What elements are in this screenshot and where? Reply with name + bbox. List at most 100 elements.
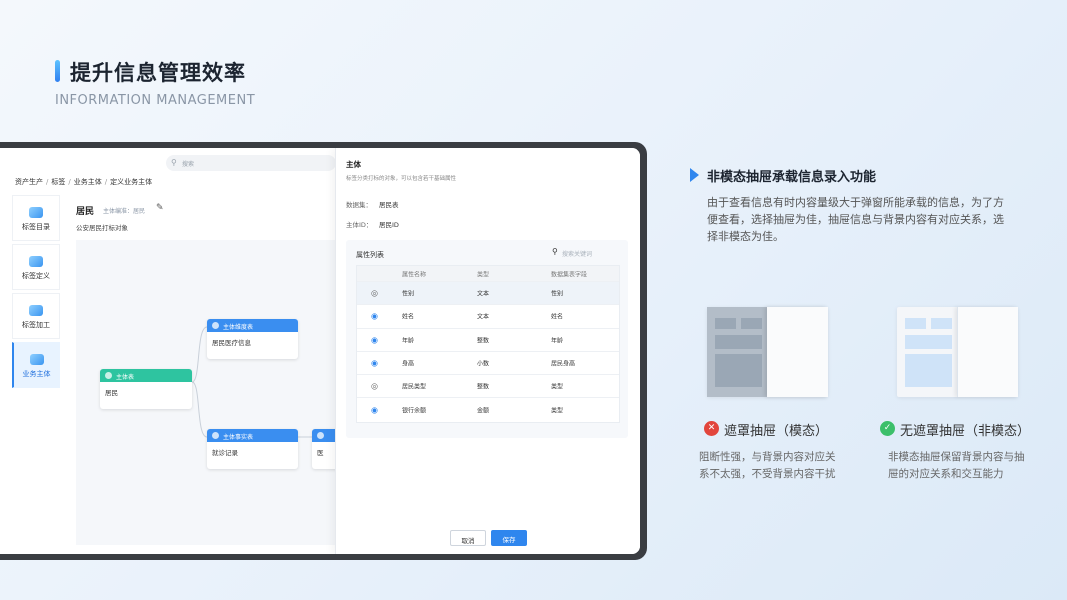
cell-type: 金额 <box>477 407 490 415</box>
attribute-table: 属性名称 类型 数据集表字段 ◎ 性别 文本 性别 ◉ 姓名 文本 姓名 ◉ 年… <box>356 265 620 423</box>
graph-node-entity-table[interactable]: 主体表 居民 <box>100 369 192 409</box>
attribute-list-title: 属性列表 <box>356 251 384 259</box>
block <box>741 318 762 329</box>
sidebar-item-tag-catalog[interactable]: 标签目录 <box>12 195 60 241</box>
graph-node-dimension-table[interactable]: 主体维度表 居民医疗信息 <box>207 319 298 359</box>
cell-field: 居民身高 <box>551 360 576 368</box>
cube-icon <box>29 354 44 365</box>
search-icon: ⚲ <box>171 158 177 167</box>
eye-off-icon[interactable]: ◎ <box>371 382 378 391</box>
search-icon[interactable]: ⚲ <box>552 247 558 256</box>
tag-icon <box>29 256 43 267</box>
node-header: 主体维度表 <box>207 319 298 332</box>
search-input[interactable]: 搜索 <box>166 155 336 171</box>
breadcrumb-current: 定义业务主体 <box>110 178 153 186</box>
graph-canvas: 主体表 居民 主体维度表 居民医疗信息 主体事实表 就诊记录 医 <box>76 240 352 545</box>
cell-type: 文本 <box>477 290 490 298</box>
breadcrumb-item[interactable]: 资产生产 <box>15 178 43 186</box>
cell-type: 小数 <box>477 360 490 368</box>
column-header: 类型 <box>477 271 490 278</box>
eye-icon[interactable]: ◉ <box>371 312 378 321</box>
dataset-label: 数据集： <box>346 201 372 209</box>
cell-name: 银行余额 <box>402 407 427 415</box>
block <box>715 318 736 329</box>
x-icon: ✕ <box>704 421 719 436</box>
block <box>715 335 762 349</box>
save-button[interactable]: 保存 <box>491 530 527 546</box>
table-row[interactable]: ◉ 身高 小数 居民身高 <box>357 352 619 376</box>
table-row[interactable]: ◉ 姓名 文本 姓名 <box>357 305 619 329</box>
breadcrumb-item[interactable]: 标签 <box>51 178 65 186</box>
cell-name: 性别 <box>402 290 415 298</box>
page-title: 提升信息管理效率 <box>70 61 246 85</box>
table-header: 属性名称 类型 数据集表字段 <box>357 266 619 282</box>
modal-drawer-illustration <box>707 307 828 397</box>
sidebar-item-business-entity[interactable]: 业务主体 <box>12 342 60 388</box>
attribute-list-panel: 属性列表 ⚲ 搜索关键词 属性名称 类型 数据集表字段 ◎ 性别 文本 性别 ◉… <box>346 240 628 438</box>
cell-name: 年龄 <box>402 337 415 345</box>
cell-field: 类型 <box>551 383 564 391</box>
breadcrumb-separator: / <box>46 178 49 186</box>
cell-type: 整数 <box>477 337 490 345</box>
drawer-description: 标签分类打标的对象，可以包含若干基础属性 <box>346 176 457 182</box>
eye-off-icon[interactable]: ◎ <box>371 289 378 298</box>
entity-drawer: 主体 标签分类打标的对象，可以包含若干基础属性 数据集： 居民表 主体ID： 居… <box>335 148 640 554</box>
sidebar-item-tag-processing[interactable]: 标签加工 <box>12 293 60 339</box>
breadcrumb-item[interactable]: 业务主体 <box>74 178 102 186</box>
cell-type: 文本 <box>477 313 490 321</box>
cell-field: 类型 <box>551 407 564 415</box>
drawer-panel <box>767 307 828 397</box>
cancel-button[interactable]: 取消 <box>450 530 486 546</box>
breadcrumb-separator: / <box>104 178 108 186</box>
sidebar-item-label: 标签目录 <box>22 223 50 231</box>
app-screen: 搜索 ⚲ 资产生产 / 标签 / 业务主体 / 定义业务主体 标签目录 标签定义 标签加工 … <box>0 148 640 554</box>
entity-name: 居民 <box>76 207 95 217</box>
feature-description: 由于查看信息有时内容量级大于弹窗所能承载的信息，为了方便查看，选择抽屉为佳，抽屉… <box>707 196 1004 243</box>
cell-type: 整数 <box>477 383 490 391</box>
table-row[interactable]: ◉ 年龄 整数 年龄 <box>357 329 619 352</box>
cell-field: 年龄 <box>551 337 564 345</box>
modal-description: 阻断性强，与背景内容对应关系不太强，不受背景内容干扰 <box>699 451 836 480</box>
drawer-title: 主体 <box>346 160 361 169</box>
node-body: 居民 <box>105 389 118 397</box>
title-accent-bar <box>55 60 60 82</box>
block <box>715 354 762 387</box>
drawer-panel <box>957 307 1018 397</box>
node-body: 居民医疗信息 <box>212 339 251 347</box>
main-pane: 搜索 ⚲ 资产生产 / 标签 / 业务主体 / 定义业务主体 标签目录 标签定义 标签加工 … <box>0 148 352 554</box>
cell-name: 姓名 <box>402 313 415 321</box>
eye-icon[interactable]: ◉ <box>371 335 378 344</box>
node-header: 主体表 <box>100 369 192 382</box>
breadcrumb-separator: / <box>68 178 71 186</box>
dataset-value: 居民表 <box>379 201 399 209</box>
graph-node-fact-table[interactable]: 主体事实表 就诊记录 <box>207 429 298 469</box>
nonmodal-description: 非模态抽屉保留背景内容与抽屉的对应关系和交互能力 <box>888 451 1025 480</box>
folder-icon <box>29 207 43 218</box>
table-row[interactable]: ◉ 银行余额 金额 类型 <box>357 398 619 421</box>
entity-id-value: 居民ID <box>379 221 399 229</box>
eye-icon[interactable]: ◉ <box>371 359 378 368</box>
attribute-search-input[interactable]: 搜索关键词 <box>562 249 592 258</box>
table-row[interactable]: ◎ 性别 文本 性别 <box>357 282 619 306</box>
cell-field: 性别 <box>551 290 564 298</box>
block <box>931 318 952 329</box>
column-header: 数据集表字段 <box>551 271 588 278</box>
table-row[interactable]: ◎ 居民类型 整数 类型 <box>357 375 619 399</box>
feature-title: 非模态抽屉承载信息录入功能 <box>707 170 877 185</box>
check-icon: ✓ <box>880 421 895 436</box>
sidebar-item-label: 标签定义 <box>22 272 50 280</box>
eye-icon[interactable]: ◉ <box>371 406 378 415</box>
column-header: 属性名称 <box>402 271 427 278</box>
sidebar-item-label: 业务主体 <box>22 370 51 378</box>
section-marker-icon <box>690 168 699 182</box>
cell-field: 姓名 <box>551 313 564 321</box>
node-body: 就诊记录 <box>212 449 238 457</box>
nonmodal-drawer-illustration <box>897 307 1018 397</box>
block <box>905 335 952 349</box>
entity-description: 公安居民打标对象 <box>76 224 128 232</box>
block <box>905 354 952 387</box>
cell-name: 身高 <box>402 360 415 368</box>
page-subtitle: INFORMATION MANAGEMENT <box>55 93 256 108</box>
sidebar-item-tag-definition[interactable]: 标签定义 <box>12 244 60 290</box>
edit-icon[interactable]: ✎ <box>156 203 164 213</box>
